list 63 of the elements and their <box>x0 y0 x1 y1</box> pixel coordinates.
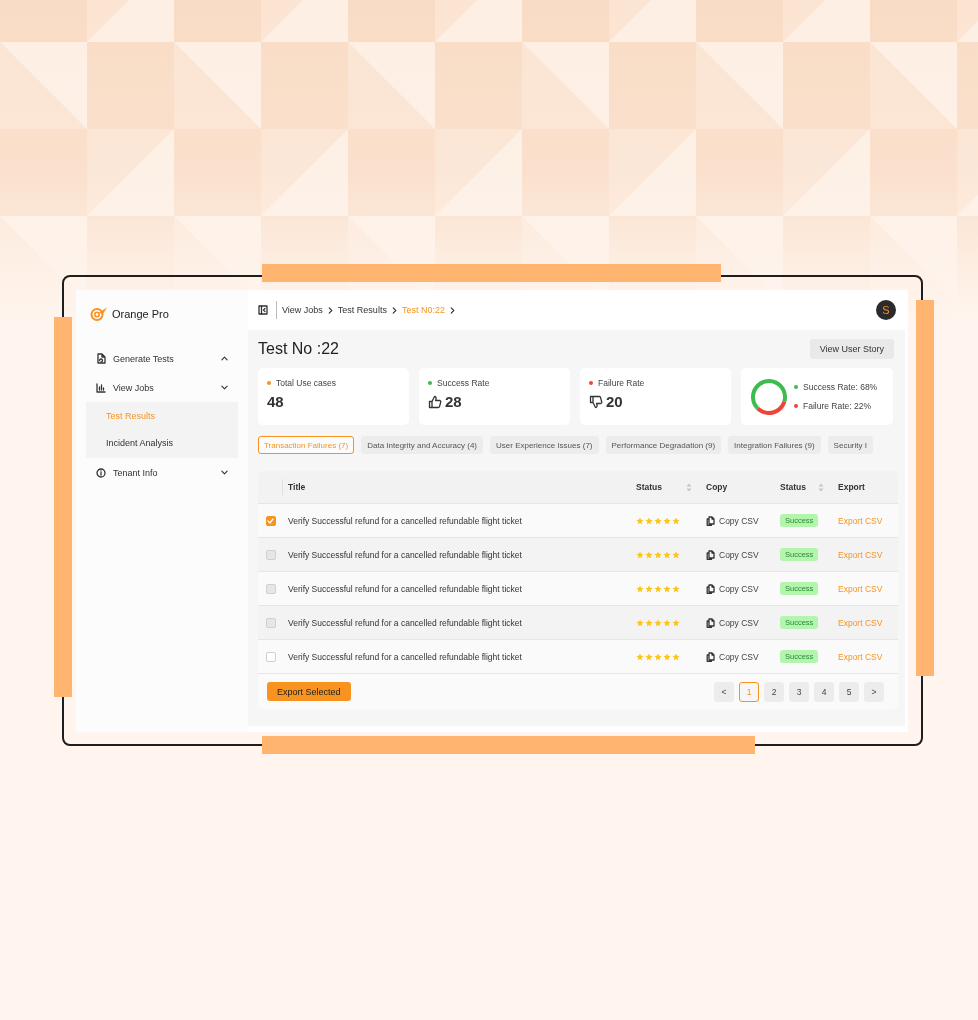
breadcrumb-link[interactable]: View Jobs <box>282 305 323 315</box>
table-cell-text: Verify Successful refund for a cancelled refundable flight ticket <box>287 549 523 560</box>
column-header: Copy <box>706 482 728 492</box>
stat-label: Failure Rate <box>598 378 645 388</box>
copy-icon <box>706 583 715 594</box>
chevron-right-icon <box>449 306 455 314</box>
table-cell-text: Verify Successful refund for a cancelled refundable flight ticket <box>287 617 523 628</box>
stat-value: 48 <box>267 393 284 410</box>
info-icon <box>96 467 106 478</box>
page-button[interactable]: 4 <box>814 681 834 702</box>
sidebar-item[interactable]: View Jobs <box>86 373 238 402</box>
category-tab[interactable]: Performance Degradation (9) <box>605 436 722 454</box>
legend-label: Failure Rate: 22% <box>803 401 872 411</box>
category-tab[interactable]: Security I <box>827 436 873 454</box>
breadcrumb-link[interactable]: Test Results <box>337 305 387 315</box>
table-cell-text: Verify Successful refund for a cancelled refundable flight ticket <box>287 583 523 594</box>
sidebar-item[interactable]: Generate Tests <box>86 344 238 373</box>
sort-icon[interactable] <box>686 482 692 492</box>
next-page-button[interactable]: > <box>864 681 884 702</box>
chevron-right-icon <box>327 306 333 314</box>
copy-icon <box>706 549 715 560</box>
copy-icon <box>706 651 715 662</box>
export-selected-button[interactable]: Export Selected <box>267 682 351 701</box>
stat-value: 28 <box>445 393 462 410</box>
copy-icon <box>706 515 715 526</box>
donut-chart-drawing <box>750 377 788 416</box>
copy-csv-button[interactable]: Copy CSV <box>706 515 780 526</box>
stat-label: Success Rate <box>437 378 490 388</box>
page-button[interactable]: 5 <box>839 681 859 702</box>
legend-label: Success Rate: 68% <box>803 382 878 392</box>
submenu-item[interactable]: Incident Analysis <box>86 430 238 457</box>
category-tab[interactable]: Data Integrity and Accuracy (4) <box>361 436 483 454</box>
checkmark-icon <box>267 517 274 524</box>
sidebar-toggle-icon[interactable] <box>258 305 268 315</box>
column-header: Status <box>780 482 806 492</box>
app-name: Orange Pro <box>112 307 169 320</box>
category-tab[interactable]: Integration Failures (9) <box>728 436 821 454</box>
thumbs-up-icon <box>428 394 442 409</box>
stat-value: 20 <box>606 393 623 410</box>
sort-icon[interactable] <box>818 482 824 492</box>
stat-label: Total Use cases <box>276 378 336 388</box>
sidebar-item[interactable]: Tenant Info <box>86 458 238 487</box>
row-checkbox[interactable] <box>265 515 276 526</box>
page-button[interactable]: 2 <box>764 681 784 702</box>
logo-icon <box>90 305 109 322</box>
view-user-story-button[interactable]: View User Story <box>809 339 894 359</box>
thumbs-down-icon <box>589 394 603 409</box>
row-checkbox[interactable] <box>265 651 276 662</box>
category-tab[interactable]: User Experience Issues (7) <box>490 436 599 454</box>
table-cell-text: Verify Successful refund for a cancelled refundable flight ticket <box>287 515 523 526</box>
copy-csv-button[interactable]: Copy CSV <box>706 651 780 662</box>
bar-chart-icon <box>96 382 106 393</box>
table-cell-text: Verify Successful refund for a cancelled refundable flight ticket <box>287 651 523 662</box>
user-avatar[interactable]: S <box>876 300 896 320</box>
page-button[interactable]: 3 <box>789 681 809 702</box>
chevron-right-icon <box>391 306 397 314</box>
previous-page-button[interactable]: < <box>714 681 734 702</box>
page-title: Test No :22 <box>258 340 339 358</box>
column-header: Status <box>636 482 662 492</box>
copy-icon <box>706 617 715 628</box>
document-icon <box>96 353 106 364</box>
column-header: Title <box>288 482 306 492</box>
column-header: Export <box>838 482 865 492</box>
